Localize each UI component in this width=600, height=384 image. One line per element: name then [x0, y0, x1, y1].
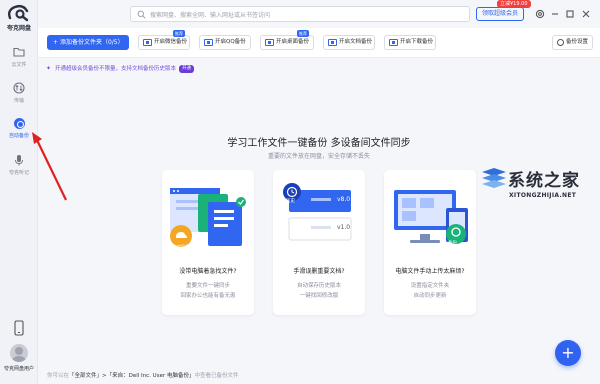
user-name: 夸克网盘用户	[3, 366, 34, 372]
phone-icon[interactable]	[13, 320, 25, 336]
page-subtitle: 重要的文件放在网盘，安全存储不丢失	[267, 153, 370, 160]
download-backup-button[interactable]: 开启下载备份	[384, 35, 436, 50]
history-label: 历史	[286, 199, 295, 204]
card-answer: 自动保存历史版本	[296, 283, 341, 289]
footer-suffix: 中查看已备份文件	[194, 373, 239, 379]
backup-toolbar: + 添加备份文件夹（0/5） 开启微信备份 推荐 开启QQ备份 开启桌面备份 推…	[38, 28, 600, 58]
watermark-title: 系统之家	[508, 171, 580, 191]
card-question: 电脑文件手动上传太麻烦?	[395, 268, 465, 275]
document-backup-button[interactable]: 开启文档备份	[323, 35, 375, 50]
backup-settings-label: 备份设置	[566, 39, 589, 45]
plus-icon: +	[53, 39, 60, 46]
price-badge: 立减¥19.00	[497, 0, 531, 8]
folder-icon	[13, 47, 25, 57]
watermark-logo-icon	[482, 168, 506, 188]
sidebar-item-cloud-files[interactable]: 云文件	[1, 42, 37, 74]
footer-prefix: 你可以在	[47, 373, 70, 379]
microphone-icon	[15, 155, 23, 166]
card-answer: 自动同步更新	[413, 293, 447, 299]
folder-icon	[389, 39, 398, 46]
recommend-badge: 推荐	[173, 30, 185, 37]
version-history-illustration	[283, 183, 352, 241]
backup-label: 备份	[448, 241, 457, 246]
watermark: 系统之家 XITONGZHIJIA.NET	[480, 162, 598, 208]
card-answer: 一键找回修改版	[299, 293, 339, 299]
close-icon[interactable]	[581, 9, 591, 19]
main-content: 学习工作文件一键备份 多设备间文件同步 重要的文件放在网盘，安全存储不丢失 夸克…	[38, 58, 600, 384]
feature-card-auto-upload: 备份 电脑文件手动上传太麻烦? 设置指定文件夹 自动同步更新	[384, 170, 476, 315]
wechat-backup-button[interactable]: 开启微信备份 推荐	[138, 30, 190, 50]
search-icon	[137, 10, 146, 19]
search-input[interactable]: 搜索网盘、搜索全网、输入网址或从书签访问	[130, 6, 470, 22]
qq-backup-button[interactable]: 开启QQ备份	[199, 35, 251, 50]
version-new: v8.0	[337, 196, 351, 203]
maximize-icon[interactable]	[565, 9, 575, 19]
add-backup-folder-button[interactable]: + 添加备份文件夹（0/5）	[47, 35, 129, 50]
qq-backup-label: 开启QQ备份	[215, 39, 246, 45]
card-answer: 回家办公也能有备无患	[180, 293, 236, 299]
wechat-backup-label: 开启微信备份	[154, 39, 188, 45]
minimize-icon[interactable]	[550, 9, 560, 19]
gear-icon	[557, 39, 564, 46]
feature-card-sync: 夸克网盘 没带电脑着急找文件? 重要文件一键同步 回家办公也能有备无患	[162, 170, 254, 315]
add-backup-folder-label: 添加备份文件夹（0/5）	[59, 39, 124, 46]
auto-backup-illustration	[394, 190, 468, 244]
top-bar: 搜索网盘、搜索全网、输入网址或从书签访问 领取超级会员 立减¥19.00	[38, 0, 600, 28]
page-title: 学习工作文件一键备份 多设备间文件同步	[227, 138, 411, 149]
recommend-badge: 推荐	[297, 30, 309, 37]
app-logo	[7, 4, 29, 22]
card-answer: 重要文件一键同步	[185, 283, 230, 289]
feature-card-history: 历史 v8.0 v1.0 手滑误删重要文档? 自动保存历史版本 一键找回修改版	[273, 170, 365, 315]
card-answer: 设置指定文件夹	[410, 283, 450, 289]
document-backup-label: 开启文档备份	[339, 39, 373, 45]
document-sync-illustration	[170, 188, 246, 247]
download-backup-label: 开启下载备份	[400, 39, 434, 45]
app-name: 夸克网盘	[6, 25, 31, 32]
version-old: v1.0	[337, 224, 351, 231]
transfer-icon	[13, 82, 25, 94]
sidebar-item-label: 传输	[13, 98, 24, 104]
annotation-arrow	[32, 132, 67, 201]
avatar[interactable]	[10, 344, 28, 362]
add-backup-fab-button[interactable]: +	[555, 340, 581, 366]
desktop-backup-label: 开启桌面备份	[276, 39, 310, 45]
footer-path-link[interactable]: 「全部文件」>「来自：Dell Inc. User 电脑备份」	[69, 373, 194, 379]
sidebar-item-transfer[interactable]: 传输	[1, 78, 37, 110]
card-question: 没带电脑着急找文件?	[179, 268, 237, 275]
vip-button[interactable]: 领取超级会员	[476, 7, 524, 21]
card-question: 手滑误删重要文档?	[293, 268, 345, 275]
search-placeholder: 搜索网盘、搜索全网、输入网址或从书签访问	[150, 12, 271, 19]
footer-hint: 你可以在「全部文件」>「来自：Dell Inc. User 电脑备份」中查看已备…	[47, 371, 238, 379]
desktop-backup-button[interactable]: 开启桌面备份 推荐	[260, 30, 314, 50]
folder-icon	[328, 39, 337, 46]
folder-icon	[265, 39, 274, 46]
backup-settings-button[interactable]: 备份设置	[552, 35, 593, 50]
folder-icon	[204, 39, 213, 46]
sidebar-item-label: 云文件	[11, 62, 27, 68]
backup-icon	[13, 118, 25, 129]
watermark-subtitle: XITONGZHIJIA.NET	[509, 192, 577, 199]
folder-icon	[143, 39, 152, 46]
settings-gear-icon[interactable]	[535, 9, 545, 19]
illus-label: 夸克网盘	[173, 244, 189, 249]
